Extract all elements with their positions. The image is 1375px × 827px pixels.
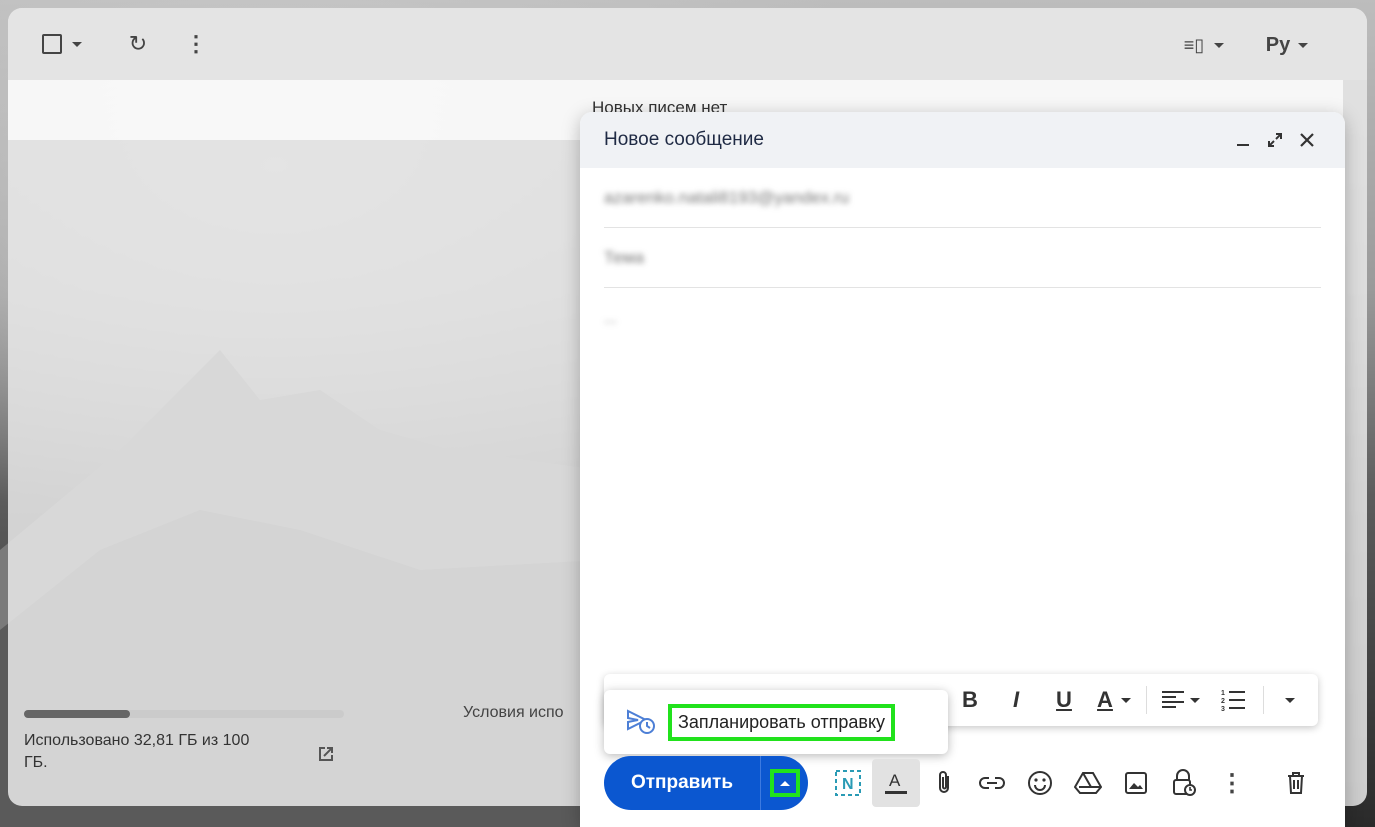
drive-icon — [1074, 772, 1102, 794]
select-all-checkbox[interactable] — [34, 32, 90, 56]
schedule-send-icon — [627, 709, 655, 734]
subject-value: Тема — [604, 247, 645, 267]
body-value: ... — [604, 310, 617, 327]
storage-fill — [24, 710, 130, 718]
send-options-button[interactable] — [760, 756, 808, 810]
formatting-toggle-button[interactable]: A — [872, 759, 920, 807]
svg-text:1: 1 — [1221, 690, 1225, 697]
chevron-down-icon — [1214, 42, 1225, 48]
italic-button[interactable]: I — [992, 674, 1040, 726]
language-button[interactable]: Ру — [1262, 32, 1312, 58]
expand-icon — [1268, 133, 1282, 147]
minimize-icon — [1237, 144, 1249, 146]
ai-assist-button[interactable]: N — [824, 759, 872, 807]
chevron-down-icon — [1285, 697, 1295, 703]
close-icon — [1300, 133, 1314, 147]
svg-text:2: 2 — [1221, 698, 1225, 705]
svg-text:N: N — [842, 776, 854, 793]
link-icon — [979, 777, 1005, 789]
underline-button[interactable]: U — [1040, 674, 1088, 726]
refresh-button[interactable]: ↻ — [124, 30, 152, 58]
emoji-button[interactable] — [1016, 759, 1064, 807]
subject-field[interactable]: Тема — [604, 228, 1321, 288]
layout-icon: ≡▯ — [1183, 34, 1205, 55]
text-color-button[interactable]: A — [1088, 674, 1140, 726]
send-button[interactable]: Отправить — [604, 756, 760, 810]
minimize-button[interactable] — [1229, 126, 1257, 154]
compose-title: Новое сообщение — [604, 129, 764, 150]
storage-indicator: Использовано 32,81 ГБ из 100 ГБ. — [24, 710, 354, 774]
chevron-down-icon — [72, 41, 82, 47]
svg-text:A: A — [889, 771, 901, 790]
align-button[interactable] — [1153, 674, 1209, 726]
storage-track — [24, 710, 344, 718]
more-options-button[interactable]: ⋮ — [1208, 759, 1256, 807]
schedule-send-option[interactable]: Запланировать отправку — [668, 703, 896, 741]
ai-n-icon: N — [835, 770, 861, 796]
more-vert-icon: ⋮ — [1220, 769, 1244, 797]
chevron-up-icon — [779, 780, 790, 786]
separator — [1146, 686, 1147, 714]
insert-link-button[interactable] — [968, 759, 1016, 807]
language-label: Ру — [1265, 33, 1291, 56]
numbered-list-button[interactable]: 1 2 3 — [1209, 674, 1257, 726]
schedule-send-menu: Запланировать отправку — [604, 690, 948, 754]
image-icon — [1125, 772, 1147, 794]
storage-text: Использовано 32,81 ГБ из 100 ГБ. — [24, 732, 250, 771]
more-options-button[interactable]: ⋮ — [184, 30, 208, 58]
text-format-icon: A — [885, 771, 907, 794]
chevron-down-icon — [1298, 42, 1309, 48]
more-formatting-button[interactable] — [1270, 674, 1310, 726]
checkbox-icon — [42, 34, 62, 54]
message-body[interactable]: ... — [604, 288, 1321, 327]
trash-icon — [1288, 772, 1304, 794]
bold-button[interactable]: B — [948, 674, 992, 726]
align-left-icon — [1162, 691, 1184, 708]
insert-photo-button[interactable] — [1112, 759, 1160, 807]
to-field[interactable]: azarenko.natali8193@yandex.ru — [604, 168, 1321, 228]
more-vert-icon: ⋮ — [185, 31, 207, 56]
discard-draft-button[interactable] — [1272, 759, 1320, 807]
compose-header: Новое сообщение — [580, 112, 1345, 168]
refresh-icon: ↻ — [128, 31, 148, 56]
external-link-icon — [319, 747, 333, 761]
layout-toggle-button[interactable]: ≡▯ — [1176, 32, 1232, 58]
attach-button[interactable] — [920, 759, 968, 807]
open-storage-link[interactable] — [314, 742, 338, 771]
send-options-highlight — [769, 769, 800, 797]
lock-clock-icon — [1173, 769, 1196, 796]
fullscreen-button[interactable] — [1261, 126, 1289, 154]
mail-toolbar: ↻ ⋮ ≡▯ Ру — [8, 8, 1367, 80]
compose-bottom-bar: Отправить N A ⋮ — [604, 756, 1320, 810]
numbered-list-icon: 1 2 3 — [1221, 690, 1245, 711]
svg-text:3: 3 — [1221, 706, 1225, 711]
close-button[interactable] — [1293, 126, 1321, 154]
paperclip-icon — [939, 771, 949, 793]
emoji-icon — [1028, 771, 1052, 795]
to-value: azarenko.natali8193@yandex.ru — [604, 187, 850, 207]
terms-link[interactable]: Условия испо — [463, 704, 564, 722]
text-color-label: A — [1097, 687, 1113, 712]
chevron-down-icon — [1120, 697, 1131, 703]
drive-button[interactable] — [1064, 759, 1112, 807]
separator — [1263, 686, 1264, 714]
compose-window: Новое сообщение azarenko.natali8193@yand… — [580, 112, 1345, 827]
confidential-mode-button[interactable] — [1160, 759, 1208, 807]
chevron-down-icon — [1190, 697, 1200, 703]
